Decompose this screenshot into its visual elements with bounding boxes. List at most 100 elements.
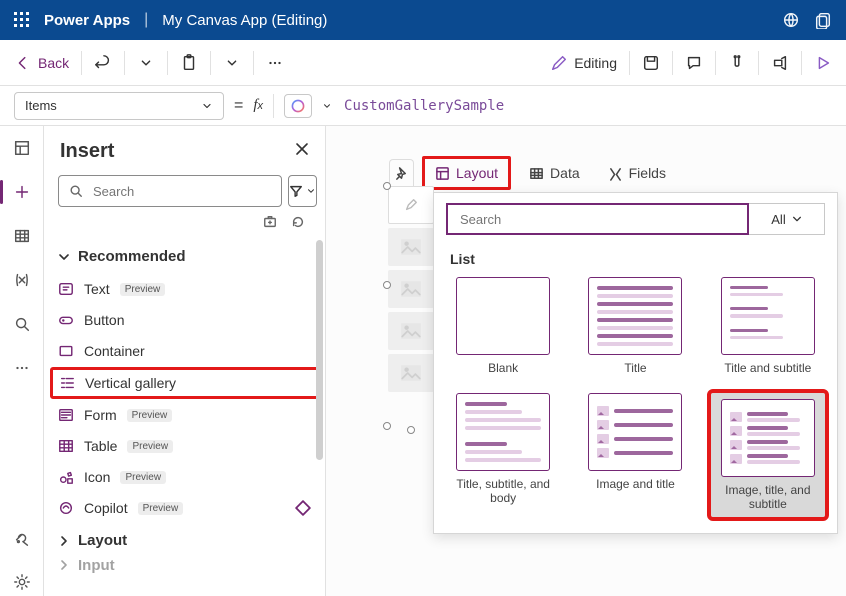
rail-settings[interactable]	[8, 568, 36, 596]
separator	[715, 51, 716, 75]
canvas[interactable]: Layout Data Fields	[326, 126, 846, 596]
rail-insert[interactable]	[8, 178, 36, 206]
insert-item-iconshape[interactable]: IconPreview	[50, 462, 319, 492]
scrollbar-thumb[interactable]	[316, 240, 323, 460]
share2-button[interactable]	[771, 54, 789, 72]
separator	[210, 51, 211, 75]
separator	[81, 51, 82, 75]
data-icon	[529, 166, 544, 181]
rail-tools[interactable]	[8, 524, 36, 552]
play-button[interactable]	[814, 54, 832, 72]
insert-item-container[interactable]: Container	[50, 336, 319, 366]
image-placeholder-icon	[400, 238, 422, 256]
group-input[interactable]: Input	[50, 557, 319, 573]
edit-mode-label: Editing	[574, 55, 617, 71]
layout-card-img2[interactable]: Image, title, and subtitle	[711, 393, 825, 517]
insert-item-vgallery[interactable]: Vertical gallery	[50, 367, 319, 399]
premium-icon	[295, 500, 311, 516]
preview-badge: Preview	[120, 471, 166, 484]
chevron-right-icon	[58, 559, 70, 571]
toolbar: Back Editing	[0, 40, 846, 86]
tab-layout[interactable]: Layout	[422, 156, 511, 190]
insert-item-button[interactable]: Button	[50, 305, 319, 335]
group-label: Recommended	[78, 248, 186, 265]
chevron-down-icon	[58, 251, 70, 263]
rail-data[interactable]	[8, 222, 36, 250]
back-button[interactable]: Back	[14, 54, 69, 72]
formula-input[interactable]	[342, 92, 832, 120]
gallery-preview[interactable]	[388, 186, 434, 392]
container-icon	[58, 343, 74, 359]
gallery-header	[388, 186, 434, 224]
tab-data[interactable]: Data	[519, 159, 590, 187]
layout-thumb	[456, 393, 550, 471]
property-selector[interactable]: Items	[14, 92, 224, 120]
chevron-right-icon	[58, 535, 70, 547]
chevron-down-icon	[306, 186, 316, 196]
undo-button[interactable]	[94, 54, 112, 72]
paste-chevron[interactable]	[223, 54, 241, 72]
insert-item-copilot[interactable]: CopilotPreview	[50, 493, 319, 523]
preview-badge: Preview	[127, 409, 173, 422]
environment-icon[interactable]	[782, 11, 800, 29]
group-layout[interactable]: Layout	[50, 524, 319, 557]
preview-badge: Preview	[120, 283, 166, 296]
group-label: Input	[78, 557, 115, 573]
separator	[629, 51, 630, 75]
brand-name[interactable]: Power Apps	[44, 12, 130, 29]
left-rail	[0, 126, 44, 596]
rail-tree-view[interactable]	[8, 134, 36, 162]
layout-card-img1[interactable]: Image and title	[578, 393, 692, 517]
share-icon[interactable]	[814, 11, 832, 29]
filter-icon	[289, 184, 303, 198]
formula-bar: Items = fx	[0, 86, 846, 126]
button-icon	[58, 312, 74, 328]
tab-fields[interactable]: Fields	[598, 159, 676, 187]
layout-search[interactable]	[446, 203, 749, 235]
insert-item-text[interactable]: Text Preview	[50, 274, 319, 304]
layout-card-blank[interactable]: Blank	[446, 277, 560, 375]
item-label: Table	[84, 438, 117, 454]
undo-chevron[interactable]	[137, 54, 155, 72]
rail-overflow[interactable]	[8, 354, 36, 382]
pin-button[interactable]	[389, 159, 414, 187]
comments-button[interactable]	[685, 54, 703, 72]
layout-thumb	[456, 277, 550, 355]
close-insert-button[interactable]	[295, 142, 309, 161]
iconshape-icon	[58, 469, 74, 485]
refresh-icon[interactable]	[291, 215, 305, 234]
layout-card-label: Title and subtitle	[724, 361, 811, 375]
layout-card-linesbody[interactable]: Title, subtitle, and body	[446, 393, 560, 517]
item-label: Text	[84, 281, 110, 297]
layout-card-lines[interactable]: Title	[578, 277, 692, 375]
chevron-down-icon[interactable]	[322, 101, 332, 111]
group-label: Layout	[78, 532, 127, 549]
insert-search-input[interactable]	[91, 183, 271, 200]
rail-search[interactable]	[8, 310, 36, 338]
save-button[interactable]	[642, 54, 660, 72]
insert-search[interactable]	[58, 175, 282, 207]
layout-search-input[interactable]	[458, 211, 737, 228]
formula-copilot-button[interactable]	[284, 94, 312, 118]
more-button[interactable]	[266, 54, 284, 72]
insert-tree[interactable]: Recommended Text Preview ButtonContainerVe…	[44, 238, 325, 583]
checker-button[interactable]	[728, 54, 746, 72]
preview-badge: Preview	[127, 440, 173, 453]
insert-panel: Insert Recommended TextPreviewButtonCon	[44, 126, 326, 596]
layout-filter-all[interactable]: All	[749, 203, 825, 235]
layout-picker: All List BlankTitleTitle and subtitleTit…	[433, 192, 838, 534]
layout-card-linesub[interactable]: Title and subtitle	[711, 277, 825, 375]
get-more-icon[interactable]	[263, 215, 277, 234]
insert-title: Insert	[60, 140, 114, 163]
waffle-icon[interactable]	[14, 12, 30, 28]
fields-icon	[608, 166, 623, 181]
group-recommended[interactable]: Recommended	[50, 240, 319, 273]
rail-variables[interactable]	[8, 266, 36, 294]
insert-item-form[interactable]: FormPreview	[50, 400, 319, 430]
paste-button[interactable]	[180, 54, 198, 72]
edit-mode-button[interactable]: Editing	[550, 54, 617, 72]
insert-item-table[interactable]: Table Preview	[50, 431, 319, 461]
separator	[124, 51, 125, 75]
insert-filter-button[interactable]	[288, 175, 317, 207]
main-area: Insert Recommended TextPreviewButtonCon	[0, 126, 846, 596]
